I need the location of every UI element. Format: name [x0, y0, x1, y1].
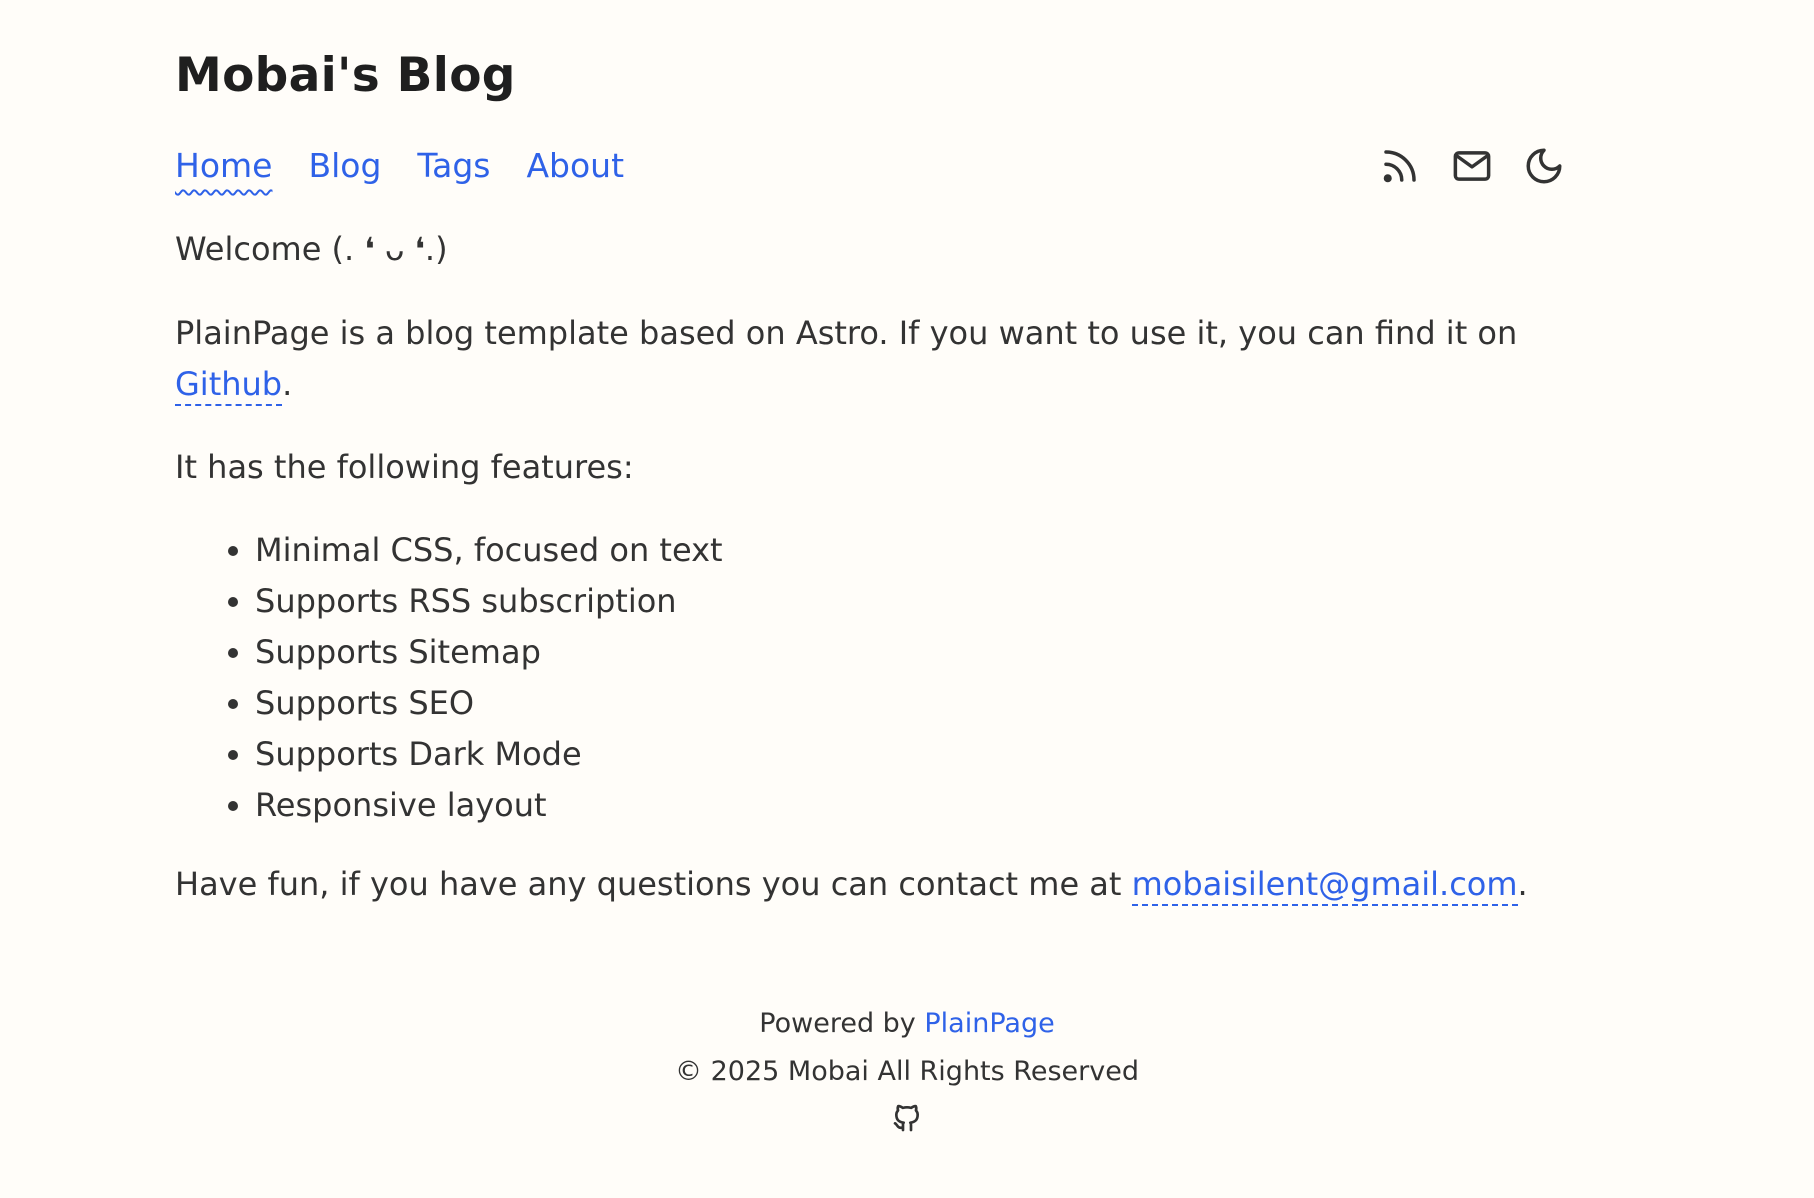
list-item: Supports Sitemap	[255, 627, 723, 678]
footer: Powered by PlainPage © 2025 Mobai All Ri…	[0, 1000, 1814, 1141]
site-title[interactable]: Mobai's Blog	[175, 48, 516, 103]
contact-paragraph: Have fun, if you have any questions you …	[175, 859, 1528, 910]
list-item: Responsive layout	[255, 780, 723, 831]
plainpage-link[interactable]: PlainPage	[924, 1008, 1054, 1039]
github-icon[interactable]	[891, 1102, 923, 1134]
rss-icon[interactable]	[1379, 145, 1421, 187]
intro-paragraph: PlainPage is a blog template based on As…	[175, 308, 1575, 410]
nav-links: Home Blog Tags About	[175, 142, 624, 190]
nav-link-tags[interactable]: Tags	[417, 142, 490, 190]
features-lead: It has the following features:	[175, 448, 634, 486]
intro-end: .	[282, 365, 293, 403]
contact-text: Have fun, if you have any questions you …	[175, 865, 1122, 903]
list-item: Minimal CSS, focused on text	[255, 525, 723, 576]
nav-link-blog[interactable]: Blog	[308, 142, 381, 190]
welcome-text: Welcome (. ❛ ᴗ ❛.)	[175, 230, 448, 268]
email-link[interactable]: mobaisilent@gmail.com	[1131, 865, 1518, 906]
nav-link-home[interactable]: Home	[175, 142, 272, 190]
nav-icons	[1379, 142, 1565, 190]
intro-text: PlainPage is a blog template based on As…	[175, 314, 1518, 352]
mail-icon[interactable]	[1451, 145, 1493, 187]
list-item: Supports RSS subscription	[255, 576, 723, 627]
moon-icon[interactable]	[1523, 145, 1565, 187]
contact-end: .	[1517, 865, 1528, 903]
list-item: Supports SEO	[255, 678, 723, 729]
powered-by-line: Powered by PlainPage	[0, 1000, 1814, 1048]
features-list: Minimal CSS, focused on text Supports RS…	[175, 525, 723, 831]
github-link[interactable]: Github	[175, 365, 283, 406]
page: Mobai's Blog Home Blog Tags About Welcom…	[0, 0, 1814, 1198]
copyright-text: © 2025 Mobai All Rights Reserved	[675, 1056, 1139, 1087]
nav-link-about[interactable]: About	[526, 142, 624, 190]
list-item: Supports Dark Mode	[255, 729, 723, 780]
powered-by-text: Powered by	[759, 1008, 916, 1039]
main-nav: Home Blog Tags About	[175, 142, 1612, 202]
